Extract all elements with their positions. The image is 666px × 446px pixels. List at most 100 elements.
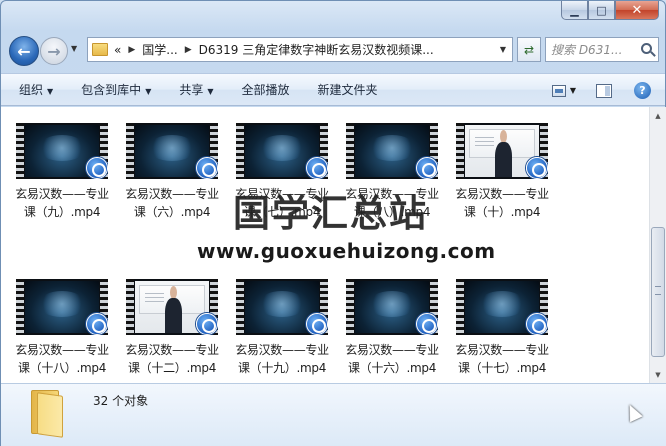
include-in-library-menu[interactable]: 包含到库中 ▼ [81, 81, 151, 98]
media-player-icon [306, 313, 328, 335]
file-item[interactable]: 玄易汉数——专业 课（八）.mp4 [337, 123, 447, 221]
file-name-line1: 玄易汉数——专业 [15, 343, 109, 357]
breadcrumb-parent[interactable]: 国学... [142, 41, 177, 58]
include-library-label: 包含到库中 [81, 83, 142, 97]
share-menu[interactable]: 共享 ▼ [179, 81, 213, 98]
file-name: 玄易汉数——专业 课（十）.mp4 [447, 185, 557, 221]
help-icon[interactable]: ? [634, 82, 651, 99]
minimize-button[interactable]: ▁ [561, 1, 588, 20]
file-name-line1: 玄易汉数——专业 [235, 187, 329, 201]
scroll-down-button[interactable]: ▼ [650, 366, 666, 383]
file-name: 玄易汉数——专业 课（十七）.mp4 [447, 341, 557, 377]
media-player-icon [416, 313, 438, 335]
address-overflow[interactable]: « [114, 43, 121, 57]
share-label: 共享 [179, 83, 204, 97]
video-thumbnail [346, 279, 438, 335]
close-button[interactable]: ✕ [615, 1, 659, 20]
file-item[interactable]: 玄易汉数——专业 课（七）.mp4 [227, 123, 337, 221]
breadcrumb-separator: ▶ [128, 44, 136, 55]
address-bar[interactable]: « ▶ 国学... ▶ D6319 三角定律数字神断玄易汉数视频课... ▼ [87, 37, 513, 62]
video-thumbnail [16, 279, 108, 335]
file-name-line2: 课（十）.mp4 [463, 205, 541, 219]
address-dropdown-icon[interactable]: ▼ [500, 45, 506, 54]
search-icon [641, 43, 652, 54]
file-name-line2: 课（十九）.mp4 [237, 361, 327, 375]
back-button[interactable]: ← [9, 36, 39, 66]
refresh-icon: ⇄ [523, 42, 535, 57]
chevron-down-icon: ▼ [207, 87, 214, 96]
view-controls: ▼ ? [551, 82, 651, 99]
video-thumbnail [16, 123, 108, 179]
navigation-bar: ← → ▼ « ▶ 国学... ▶ D6319 三角定律数字神断玄易汉数视频课.… [9, 34, 659, 68]
file-name: 玄易汉数——专业 课（八）.mp4 [337, 185, 447, 221]
scroll-thumb[interactable] [651, 227, 665, 357]
breadcrumb-current[interactable]: D6319 三角定律数字神断玄易汉数视频课... [199, 41, 434, 58]
preview-pane-icon[interactable] [596, 83, 612, 98]
file-name-line2: 课（九）.mp4 [23, 205, 101, 219]
folder-icon [29, 388, 67, 438]
chevron-down-icon[interactable]: ▼ [570, 86, 576, 95]
refresh-button[interactable]: ⇄ [517, 37, 541, 62]
file-name-line2: 课（十六）.mp4 [347, 361, 437, 375]
file-name: 玄易汉数——专业 课（十八）.mp4 [7, 341, 117, 377]
scroll-up-button[interactable]: ▲ [650, 107, 666, 124]
file-item[interactable]: 玄易汉数——专业 课（十六）.mp4 [337, 279, 447, 377]
file-name: 玄易汉数——专业 课（十六）.mp4 [337, 341, 447, 377]
video-thumbnail [456, 279, 548, 335]
video-thumbnail [236, 279, 328, 335]
video-thumbnail [126, 123, 218, 179]
chevron-down-icon: ▼ [47, 87, 54, 96]
file-name: 玄易汉数——专业 课（七）.mp4 [227, 185, 337, 221]
file-name: 玄易汉数——专业 课（九）.mp4 [7, 185, 117, 221]
video-thumbnail [236, 123, 328, 179]
file-name-line1: 玄易汉数——专业 [345, 187, 439, 201]
file-item[interactable]: 玄易汉数——专业 课（六）.mp4 [117, 123, 227, 221]
organize-menu[interactable]: 组织 ▼ [19, 81, 53, 98]
file-name-line1: 玄易汉数——专业 [455, 343, 549, 357]
file-item[interactable]: 玄易汉数——专业 课（九）.mp4 [7, 123, 117, 221]
file-name-line1: 玄易汉数——专业 [455, 187, 549, 201]
media-player-icon [86, 157, 108, 179]
media-player-icon [416, 157, 438, 179]
details-pane: 32 个对象 [1, 383, 666, 446]
file-item[interactable]: 玄易汉数——专业 课（十七）.mp4 [447, 279, 557, 377]
item-count: 32 个对象 [93, 394, 149, 408]
search-input[interactable]: 搜索 D631... [545, 37, 659, 62]
chevron-down-icon: ▼ [145, 87, 152, 96]
breadcrumb-separator: ▶ [184, 44, 192, 55]
file-name-line2: 课（六）.mp4 [133, 205, 211, 219]
file-item[interactable]: 玄易汉数——专业 课（十二）.mp4 [117, 279, 227, 377]
file-name-line1: 玄易汉数——专业 [125, 343, 219, 357]
file-name-line1: 玄易汉数——专业 [235, 343, 329, 357]
new-folder-button[interactable]: 新建文件夹 [318, 81, 378, 98]
file-name-line1: 玄易汉数——专业 [15, 187, 109, 201]
change-view-icon[interactable] [551, 84, 566, 97]
forward-button[interactable]: → [40, 37, 68, 65]
file-name-line1: 玄易汉数——专业 [125, 187, 219, 201]
caption-buttons: ▁ □ ✕ [561, 1, 659, 20]
recent-pages-dropdown[interactable]: ▼ [71, 44, 77, 53]
video-thumbnail [126, 279, 218, 335]
watermark-url: www.guoxuehuizong.com [197, 239, 496, 263]
media-player-icon [196, 157, 218, 179]
media-player-icon [526, 157, 548, 179]
file-name-line2: 课（八）.mp4 [353, 205, 431, 219]
file-item[interactable]: 玄易汉数——专业 课（十八）.mp4 [7, 279, 117, 377]
file-item[interactable]: 玄易汉数——专业 课（十）.mp4 [447, 123, 557, 221]
file-name-line2: 课（十七）.mp4 [457, 361, 547, 375]
media-player-icon [306, 157, 328, 179]
command-bar: 组织 ▼ 包含到库中 ▼ 共享 ▼ 全部播放 新建文件夹 ▼ ? [1, 73, 665, 106]
maximize-button[interactable]: □ [588, 1, 615, 20]
vertical-scrollbar[interactable]: ▲ ▼ [649, 107, 666, 383]
file-name-line1: 玄易汉数——专业 [345, 343, 439, 357]
file-name: 玄易汉数——专业 课（十九）.mp4 [227, 341, 337, 377]
file-item[interactable]: 玄易汉数——专业 课（十九）.mp4 [227, 279, 337, 377]
play-all-button[interactable]: 全部播放 [242, 81, 290, 98]
file-name: 玄易汉数——专业 课（六）.mp4 [117, 185, 227, 221]
video-thumbnail [456, 123, 548, 179]
video-thumbnail [346, 123, 438, 179]
media-player-icon [86, 313, 108, 335]
folder-icon [92, 43, 108, 56]
explorer-window: ▁ □ ✕ ← → ▼ « ▶ 国学... ▶ D6319 三角定律数字神断玄易… [0, 0, 666, 446]
search-placeholder: 搜索 D631... [551, 43, 623, 57]
